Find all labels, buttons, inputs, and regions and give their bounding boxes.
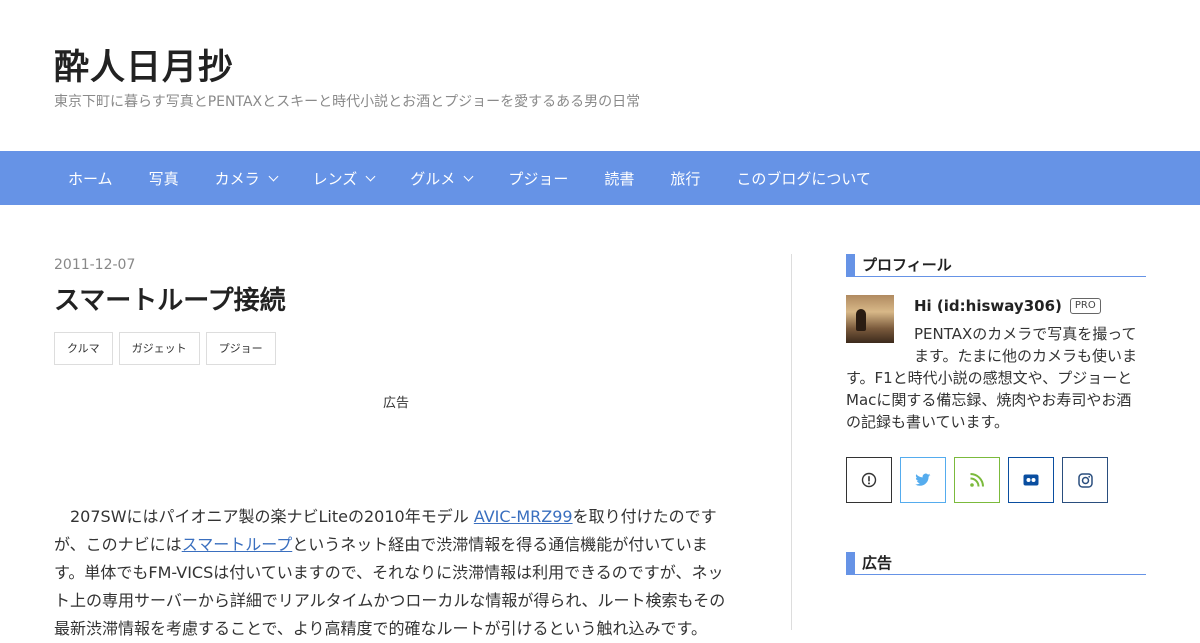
profile-text-line: PENTAXのカメラで写真を撮って xyxy=(914,325,1137,343)
nav-item-photo[interactable]: 写真 xyxy=(131,168,197,189)
chevron-down-icon xyxy=(365,171,376,181)
flickr-button[interactable] xyxy=(1008,457,1054,503)
nav-item-gourmet[interactable]: グルメ xyxy=(392,168,490,189)
chevron-down-icon xyxy=(463,171,474,181)
instagram-button[interactable] xyxy=(1062,457,1108,503)
nav-item-home[interactable]: ホーム xyxy=(50,168,131,189)
hatena-button[interactable] xyxy=(846,457,892,503)
entry-categories: クルマ ガジェット プジョー xyxy=(54,332,734,365)
category-tag[interactable]: ガジェット xyxy=(118,332,200,365)
instagram-icon xyxy=(1077,472,1093,488)
profile-id-link[interactable]: Hi (id:hisway306) xyxy=(914,295,1062,317)
category-tag[interactable]: プジョー xyxy=(205,332,276,365)
entry-body: 207SWにはパイオニア製の楽ナビLiteの2010年モデル AVIC-MRZ9… xyxy=(54,503,734,643)
profile-text-rest: す。F1と時代小説の感想文や、プジョーとMacに関する備忘録、焼肉やお寿司やお酒… xyxy=(846,369,1133,431)
column-divider xyxy=(791,254,792,630)
sidebar: プロフィール Hi (id:hisway306) PRO PENTAXのカメラで写… xyxy=(846,254,1146,575)
nav-item-label: レンズ xyxy=(312,169,358,188)
product-link[interactable]: AVIC-MRZ99 xyxy=(474,507,573,526)
pro-badge: PRO xyxy=(1069,298,1101,314)
nav-item-camera[interactable]: カメラ xyxy=(197,168,295,189)
nav-item-label: 旅行 xyxy=(670,169,701,188)
twitter-icon xyxy=(915,473,931,486)
ad-widget-title: 広告 xyxy=(846,552,1146,575)
nav-item-label: ホーム xyxy=(68,169,113,188)
nav-item-travel[interactable]: 旅行 xyxy=(652,168,718,189)
site-title[interactable]: 酔人日月抄 xyxy=(54,44,640,92)
nav-item-label: グルメ xyxy=(410,169,456,188)
rss-button[interactable] xyxy=(954,457,1000,503)
profile-text-line: ます。たまに他のカメラも使いま xyxy=(914,347,1138,365)
nav-item-label: このブログについて xyxy=(736,169,871,188)
profile-name: Hi (id:hisway306) PRO xyxy=(914,295,1146,317)
ad-label: 広告 xyxy=(382,396,409,411)
site-description: 東京下町に暮らす写真とPENTAXとスキーと時代小説とお酒とプジョーを愛するある… xyxy=(54,94,641,110)
profile-widget: Hi (id:hisway306) PRO PENTAXのカメラで写真を撮って ま… xyxy=(846,295,1146,433)
nav-item-reading[interactable]: 読書 xyxy=(586,168,652,189)
avatar-figure xyxy=(856,309,866,331)
chevron-down-icon xyxy=(268,171,279,181)
nav-item-peugeot[interactable]: プジョー xyxy=(490,168,586,189)
entry-date[interactable]: 2011-12-07 xyxy=(54,257,734,273)
category-tag[interactable]: クルマ xyxy=(54,332,113,365)
ad-widget: 広告 xyxy=(846,552,1146,575)
social-links xyxy=(846,457,1146,503)
nav-item-lens[interactable]: レンズ xyxy=(295,168,393,189)
nav-item-label: プジョー xyxy=(508,169,569,188)
nav-item-label: 写真 xyxy=(148,169,179,188)
flickr-icon xyxy=(1023,474,1039,486)
global-nav: ホーム 写真 カメラ レンズ グルメ プジョー 読書 旅行 このブログについて xyxy=(0,151,1200,205)
keyword-link[interactable]: スマートループ xyxy=(182,535,293,554)
entry-paragraph: 207SWにはパイオニア製の楽ナビLiteの2010年モデル AVIC-MRZ9… xyxy=(54,503,734,643)
site-header: 酔人日月抄 東京下町に暮らす写真とPENTAXとスキーと時代小説とお酒とプジョー… xyxy=(54,44,640,112)
profile-widget-title: プロフィール xyxy=(846,254,1146,277)
nav-item-label: カメラ xyxy=(214,169,260,188)
nav-item-about[interactable]: このブログについて xyxy=(718,168,889,189)
twitter-button[interactable] xyxy=(900,457,946,503)
avatar[interactable] xyxy=(846,295,894,343)
rss-icon xyxy=(970,473,984,487)
main-content: 2011-12-07 スマートループ接続 クルマ ガジェット プジョー 広告 2… xyxy=(54,250,734,643)
body-text: 207SWにはパイオニア製の楽ナビLiteの2010年モデル xyxy=(70,507,474,526)
hatena-icon xyxy=(861,472,877,488)
entry-title[interactable]: スマートループ接続 xyxy=(54,283,734,319)
nav-item-label: 読書 xyxy=(604,169,635,188)
